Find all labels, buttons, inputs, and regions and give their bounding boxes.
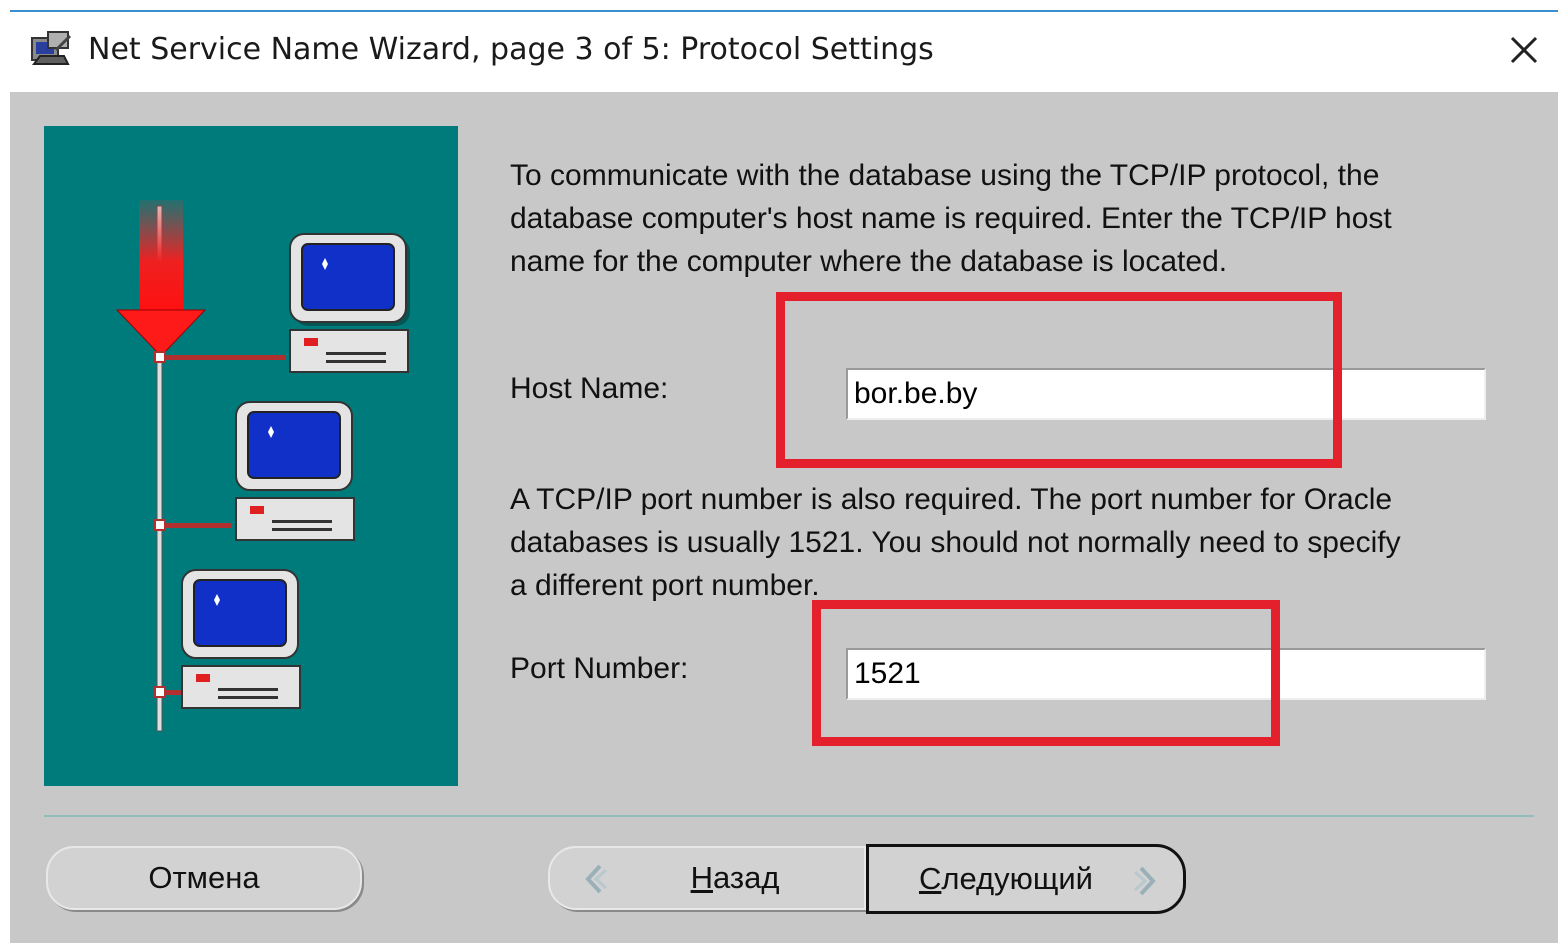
down-arrow-icon <box>115 200 207 357</box>
host-name-label: Host Name: <box>510 372 669 405</box>
intro-line: database computer's host name is require… <box>510 202 1392 235</box>
wizard-body: To communicate with the database using t… <box>10 92 1558 943</box>
next-button-label: Следующий <box>918 861 1093 896</box>
close-icon[interactable] <box>1504 30 1544 70</box>
back-button-label: Назад <box>690 860 780 895</box>
computer-icon <box>235 401 355 541</box>
wizard-icon <box>31 31 72 65</box>
port-line: databases is usually 1521. You should no… <box>510 526 1401 559</box>
intro-text: To communicate with the database using t… <box>510 154 1392 283</box>
computer-icon <box>289 233 410 373</box>
title-bar[interactable]: Net Service Name Wizard, page 3 of 5: Pr… <box>10 12 1558 92</box>
port-number-label: Port Number: <box>510 652 689 685</box>
cancel-button[interactable]: Отмена <box>46 846 362 910</box>
back-button[interactable]: Назад <box>548 846 866 910</box>
host-name-input[interactable] <box>846 368 1486 420</box>
window-title: Net Service Name Wizard, page 3 of 5: Pr… <box>88 32 934 67</box>
port-description-text: A TCP/IP port number is also required. T… <box>510 478 1401 607</box>
network-illustration <box>44 126 458 786</box>
cancel-button-label: Отмена <box>148 860 260 895</box>
port-line: A TCP/IP port number is also required. T… <box>510 483 1393 516</box>
port-line: a different port number. <box>510 569 820 602</box>
port-number-input[interactable] <box>846 648 1486 700</box>
next-button[interactable]: Следующий <box>866 844 1186 914</box>
wizard-window: Net Service Name Wizard, page 3 of 5: Pr… <box>0 0 1558 943</box>
chevron-left-icon <box>585 864 608 894</box>
computer-icon <box>181 569 301 709</box>
intro-line: name for the computer where the database… <box>510 245 1228 278</box>
intro-line: To communicate with the database using t… <box>510 159 1380 192</box>
button-separator <box>44 815 1534 817</box>
chevron-right-icon <box>1133 866 1156 896</box>
